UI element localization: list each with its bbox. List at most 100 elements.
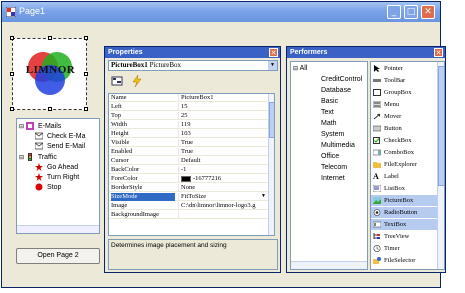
- designer-tree-view[interactable]: ⊟ E-Mails Check E-Ma Send E-Mail ⊟ Traff…: [16, 118, 100, 234]
- tool-palette[interactable]: Pointer ToolBar GroupBox Menu Mover Butt…: [370, 61, 445, 270]
- object-selector[interactable]: PictureBox1 PictureBox ▼: [108, 60, 278, 71]
- star-icon: [35, 173, 43, 181]
- property-row[interactable]: Enabled True: [109, 148, 274, 156]
- tool-menu[interactable]: Menu: [371, 99, 438, 110]
- folder-icon: [373, 162, 381, 168]
- category-item[interactable]: Telecom: [321, 164, 347, 171]
- property-row[interactable]: Top 25: [109, 112, 274, 120]
- property-row[interactable]: Height 103: [109, 130, 274, 138]
- tree-item-label: Traffic: [37, 153, 57, 161]
- property-row[interactable]: ForeColor -16777216: [109, 175, 274, 183]
- tree-item-turn-right[interactable]: Turn Right: [35, 173, 79, 181]
- resize-handle[interactable]: [10, 36, 14, 40]
- mail-icon: [25, 122, 34, 130]
- tree-item-check-email[interactable]: Check E-Ma: [35, 132, 85, 140]
- tool-picturebox[interactable]: PictureBox: [371, 195, 438, 206]
- pointer-icon: [374, 65, 380, 72]
- tool-listbox[interactable]: ListBox: [371, 183, 438, 194]
- property-grid-scrollbar[interactable]: [268, 94, 274, 235]
- property-row[interactable]: BackColor -1: [109, 166, 274, 174]
- scroll-thumb[interactable]: [438, 66, 444, 186]
- tree-item-traffic[interactable]: ⊟ Traffic: [19, 153, 57, 161]
- chevron-down-icon[interactable]: ▼: [261, 193, 266, 201]
- picture-box[interactable]: LIMNOR: [10, 36, 88, 111]
- tree-item-e-mails[interactable]: ⊟ E-Mails: [19, 122, 61, 130]
- tree-item-go-ahead[interactable]: Go Ahead: [35, 163, 78, 171]
- chevron-down-icon[interactable]: ▼: [268, 61, 277, 70]
- resize-handle[interactable]: [48, 107, 52, 111]
- properties-title: Properties: [105, 47, 280, 58]
- window-title: Page1: [19, 6, 46, 16]
- envelope-icon: [35, 142, 43, 150]
- tree-item-stop[interactable]: Stop: [35, 183, 61, 191]
- property-row[interactable]: Name PictureBox1: [109, 94, 274, 102]
- resize-handle[interactable]: [84, 72, 88, 76]
- scroll-thumb[interactable]: [269, 102, 274, 138]
- category-item[interactable]: System: [321, 131, 344, 138]
- property-grid[interactable]: Name PictureBox1 Left 15 Top 25 Width 119 He…: [108, 93, 275, 236]
- tool-checkbox[interactable]: CheckBox: [371, 135, 438, 146]
- minimize-button[interactable]: _: [387, 5, 401, 19]
- color-swatch: [181, 175, 191, 182]
- category-item[interactable]: Office: [321, 153, 339, 160]
- tree-item-send-email[interactable]: Send E-Mail: [35, 142, 85, 150]
- textbox-icon: [373, 221, 381, 228]
- property-row[interactable]: Image C:\dn\limnor\limnor-logo3.g: [109, 202, 274, 210]
- tool-treeview[interactable]: TreeView: [371, 231, 438, 242]
- property-row[interactable]: Cursor Default: [109, 157, 274, 165]
- tree-horizontal-scrollbar[interactable]: [17, 225, 99, 233]
- category-item[interactable]: Basic: [321, 98, 338, 105]
- tool-combobox[interactable]: ComboBox: [371, 147, 438, 158]
- tool-palette-scrollbar[interactable]: [437, 62, 444, 269]
- performers-close-button[interactable]: ✕: [434, 48, 443, 57]
- property-row[interactable]: Left 15: [109, 103, 274, 111]
- tool-label[interactable]: A Label: [371, 171, 438, 182]
- close-button[interactable]: ✕: [421, 5, 435, 19]
- resize-handle[interactable]: [84, 107, 88, 111]
- tool-radiobutton[interactable]: RadioButton: [371, 207, 438, 218]
- envelope-icon: [35, 132, 43, 140]
- property-row[interactable]: BackgroundImage: [109, 211, 274, 219]
- categorized-icon[interactable]: [111, 75, 123, 87]
- title-bar[interactable]: Page1 _ □ ✕: [2, 2, 440, 22]
- property-row-selected[interactable]: SizeMode FitToSize ▼: [109, 193, 274, 201]
- tool-button[interactable]: Button: [371, 123, 438, 134]
- combobox-icon: [373, 149, 381, 156]
- tool-fileselector[interactable]: FileSelector: [371, 255, 438, 266]
- logo-text: LIMNOR: [25, 64, 76, 76]
- resize-handle[interactable]: [48, 36, 52, 40]
- resize-handle[interactable]: [84, 36, 88, 40]
- tree-item-label: Turn Right: [46, 173, 80, 181]
- checkbox-icon: [373, 137, 380, 144]
- category-tree[interactable]: ⊟ All CreditControl Database Basic Text …: [290, 61, 368, 270]
- tool-timer[interactable]: Timer: [371, 243, 438, 254]
- maximize-button[interactable]: □: [404, 5, 418, 19]
- category-item[interactable]: Database: [321, 87, 351, 94]
- lightning-icon[interactable]: [131, 75, 143, 87]
- open-page-2-button[interactable]: Open Page 2: [16, 248, 100, 264]
- tool-groupbox[interactable]: GroupBox: [371, 87, 438, 98]
- property-row[interactable]: BorderStyle None: [109, 184, 274, 192]
- performers-title: Performers: [287, 47, 445, 58]
- tool-toolbar[interactable]: ToolBar: [371, 75, 438, 86]
- tree-item-label: Check E-Ma: [46, 132, 86, 140]
- resize-handle[interactable]: [10, 72, 14, 76]
- category-item[interactable]: CreditControl: [321, 76, 362, 83]
- tool-textbox[interactable]: TextBox: [371, 219, 438, 230]
- category-horizontal-scrollbar[interactable]: [291, 261, 367, 269]
- category-item[interactable]: Math: [321, 120, 337, 127]
- properties-close-button[interactable]: ✕: [269, 48, 278, 57]
- category-item[interactable]: Text: [321, 109, 334, 116]
- property-row[interactable]: Width 119: [109, 121, 274, 129]
- tool-mover[interactable]: Mover: [371, 111, 438, 122]
- category-all[interactable]: ⊟ All: [293, 65, 307, 72]
- treeview-icon: [373, 233, 380, 239]
- category-item[interactable]: Multimedia: [321, 142, 355, 149]
- resize-handle[interactable]: [10, 107, 14, 111]
- tool-fileexplorer[interactable]: FileExplorer: [371, 159, 438, 170]
- property-row[interactable]: Visible True: [109, 139, 274, 147]
- category-item[interactable]: Internet: [321, 175, 345, 182]
- picture-icon: [373, 197, 381, 204]
- traffic-light-icon: [27, 153, 32, 161]
- tool-pointer[interactable]: Pointer: [371, 63, 438, 74]
